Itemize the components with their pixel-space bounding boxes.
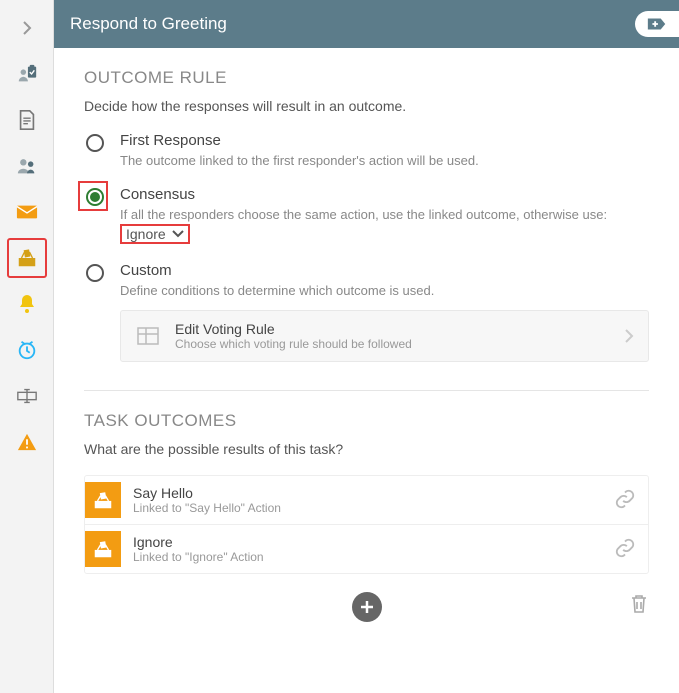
option-label: First Response	[120, 132, 649, 149]
edit-rule-title: Edit Voting Rule	[175, 321, 610, 337]
chevron-right-icon	[21, 20, 33, 36]
trash-icon	[629, 592, 649, 616]
outcome-item[interactable]: Ignore Linked to "Ignore" Action	[85, 525, 648, 573]
ballot-box-icon	[92, 489, 114, 511]
option-label: Custom	[120, 262, 649, 279]
link-icon[interactable]	[614, 537, 636, 562]
outcome-rule-section: OUTCOME RULE Decide how the responses wi…	[84, 68, 649, 362]
clipboard-person-icon	[16, 63, 38, 85]
outcomes-list: Say Hello Linked to "Say Hello" Action I…	[84, 475, 649, 574]
ballot-box-icon	[92, 538, 114, 560]
chevron-down-icon	[172, 230, 184, 238]
radio-highlight	[78, 181, 108, 211]
section-heading: OUTCOME RULE	[84, 68, 649, 88]
sidebar-document[interactable]	[7, 100, 47, 140]
sidebar	[0, 0, 54, 693]
tag-plus-icon	[646, 16, 668, 32]
option-custom[interactable]: Custom Define conditions to determine wh…	[84, 262, 649, 298]
rule-icon	[136, 324, 160, 348]
outcome-title: Say Hello	[133, 485, 602, 501]
add-outcome-button[interactable]	[352, 592, 382, 622]
document-icon	[17, 109, 37, 131]
people-icon	[16, 156, 38, 176]
option-description: Define conditions to determine which out…	[120, 283, 649, 298]
option-consensus[interactable]: Consensus If all the responders choose t…	[84, 186, 649, 244]
outcome-subtitle: Linked to "Ignore" Action	[133, 550, 602, 564]
sidebar-ballot[interactable]	[7, 238, 47, 278]
sidebar-collapse[interactable]	[7, 8, 47, 48]
dropdown-value: Ignore	[126, 226, 166, 242]
sidebar-clipboard[interactable]	[7, 54, 47, 94]
page-title: Respond to Greeting	[70, 14, 619, 34]
sidebar-clock[interactable]	[7, 330, 47, 370]
option-label: Consensus	[120, 186, 649, 203]
ballot-box-icon	[16, 247, 38, 269]
sidebar-warning[interactable]	[7, 422, 47, 462]
link-icon[interactable]	[614, 488, 636, 513]
text-cursor-icon	[16, 387, 38, 405]
main-panel: Respond to Greeting OUTCOME RULE Decide …	[54, 0, 679, 693]
chevron-right-icon	[624, 328, 634, 344]
outcome-item[interactable]: Say Hello Linked to "Say Hello" Action	[85, 476, 648, 525]
header-add-button[interactable]	[635, 11, 679, 37]
task-outcomes-section: TASK OUTCOMES What are the possible resu…	[84, 411, 649, 622]
warning-icon	[16, 432, 38, 452]
radio-first-response[interactable]	[86, 134, 104, 152]
outcome-title: Ignore	[133, 534, 602, 550]
delete-button[interactable]	[629, 592, 649, 619]
section-heading: TASK OUTCOMES	[84, 411, 649, 431]
bell-icon	[17, 293, 37, 315]
outcome-subtitle: Linked to "Say Hello" Action	[133, 501, 602, 515]
divider	[84, 390, 649, 391]
consensus-fallback-dropdown[interactable]: Ignore	[120, 224, 190, 244]
mail-icon	[16, 204, 38, 220]
option-description: The outcome linked to the first responde…	[120, 153, 649, 168]
plus-icon	[359, 599, 375, 615]
option-first-response[interactable]: First Response The outcome linked to the…	[84, 132, 649, 168]
radio-custom[interactable]	[86, 264, 104, 282]
sidebar-people[interactable]	[7, 146, 47, 186]
edit-voting-rule-button[interactable]: Edit Voting Rule Choose which voting rul…	[120, 310, 649, 362]
panel-header: Respond to Greeting	[54, 0, 679, 48]
sidebar-bell[interactable]	[7, 284, 47, 324]
sidebar-mail[interactable]	[7, 192, 47, 232]
section-description: What are the possible results of this ta…	[84, 441, 649, 457]
edit-rule-subtitle: Choose which voting rule should be follo…	[175, 337, 610, 351]
sidebar-cursor[interactable]	[7, 376, 47, 416]
clock-icon	[16, 339, 38, 361]
section-description: Decide how the responses will result in …	[84, 98, 649, 114]
option-description: If all the responders choose the same ac…	[120, 207, 649, 222]
